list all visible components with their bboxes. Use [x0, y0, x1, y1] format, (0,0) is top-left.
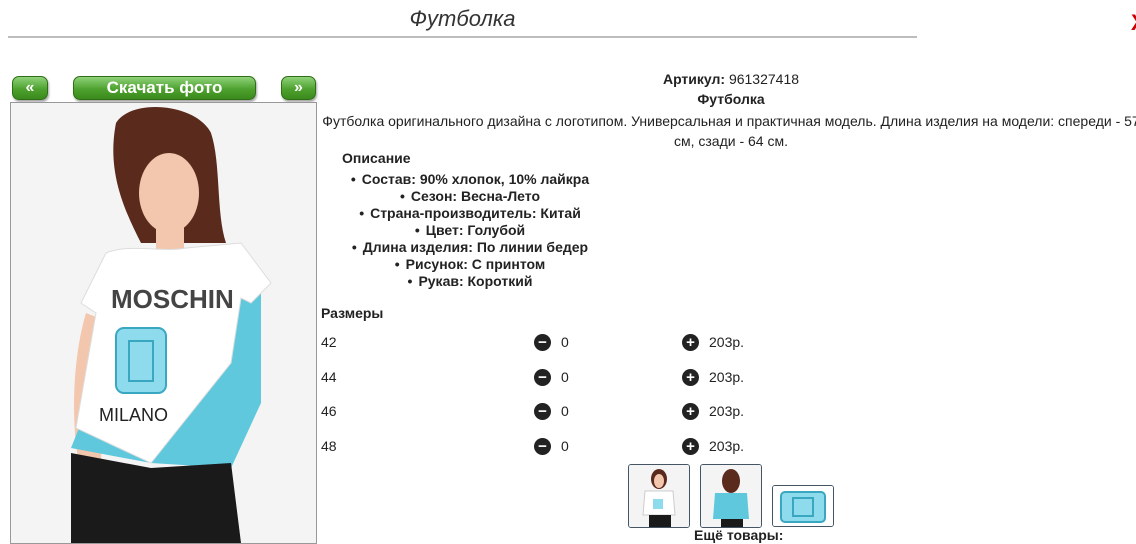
quantity-value: 0	[561, 369, 569, 385]
more-products-heading: Ещё товары:	[694, 527, 784, 543]
page-title: Футболка	[8, 6, 917, 38]
minus-icon[interactable]: −	[534, 403, 551, 420]
attributes-list: Состав: 90% хлопок, 10% лайкра Сезон: Ве…	[330, 171, 610, 290]
quantity-value: 0	[561, 438, 569, 454]
product-name: Футболка	[697, 91, 765, 107]
description-heading: Описание	[342, 150, 411, 166]
product-description: Футболка оригинального дизайна с логотип…	[322, 113, 1136, 149]
minus-icon[interactable]: −	[534, 334, 551, 351]
thumbnail-print[interactable]	[772, 485, 834, 527]
attribute-item: Цвет: Голубой	[330, 222, 610, 239]
thumbnail-front-image	[629, 465, 689, 527]
size-row: 42 − 0 + 203р.	[321, 333, 881, 353]
price-value: 203р.	[709, 403, 745, 419]
attribute-item: Рукав: Короткий	[330, 273, 610, 290]
next-photo-button[interactable]: »	[281, 76, 316, 100]
size-label: 46	[321, 403, 337, 419]
attribute-item: Состав: 90% хлопок, 10% лайкра	[330, 171, 610, 188]
product-photo[interactable]: MOSCHIN MILANO	[10, 102, 317, 544]
thumbnail-front[interactable]	[628, 464, 690, 528]
price-value: 203р.	[709, 438, 745, 454]
article-line: Артикул: 961327418	[316, 71, 1136, 87]
size-label: 42	[321, 334, 337, 350]
plus-icon[interactable]: +	[682, 403, 699, 420]
attribute-item: Рисунок: С принтом	[330, 256, 610, 273]
size-row: 44 − 0 + 203р.	[321, 368, 881, 388]
sizes-heading: Размеры	[321, 305, 384, 321]
thumbnail-back[interactable]	[700, 464, 762, 528]
size-row: 48 − 0 + 203р.	[321, 437, 881, 457]
close-icon[interactable]: X	[1131, 12, 1136, 34]
product-photo-illustration: MOSCHIN MILANO	[11, 103, 316, 543]
size-row: 46 − 0 + 203р.	[321, 402, 881, 422]
price-value: 203р.	[709, 334, 745, 350]
article-label: Артикул:	[662, 71, 726, 87]
minus-icon[interactable]: −	[534, 438, 551, 455]
quantity-value: 0	[561, 334, 569, 350]
prev-photo-button[interactable]: «	[12, 76, 48, 100]
svg-text:MOSCHIN: MOSCHIN	[111, 284, 234, 314]
plus-icon[interactable]: +	[682, 369, 699, 386]
attribute-item: Сезон: Весна-Лето	[330, 188, 610, 205]
price-value: 203р.	[709, 369, 745, 385]
download-photo-button[interactable]: Скачать фото	[73, 76, 256, 100]
size-label: 48	[321, 438, 337, 454]
plus-icon[interactable]: +	[682, 438, 699, 455]
svg-text:MILANO: MILANO	[99, 405, 168, 425]
quantity-value: 0	[561, 403, 569, 419]
minus-icon[interactable]: −	[534, 369, 551, 386]
plus-icon[interactable]: +	[682, 334, 699, 351]
thumbnail-print-image	[773, 486, 833, 526]
size-label: 44	[321, 369, 337, 385]
thumbnail-back-image	[701, 465, 761, 527]
attribute-item: Длина изделия: По линии бедер	[330, 239, 610, 256]
attribute-item: Страна-производитель: Китай	[330, 205, 610, 222]
article-value: 961327418	[728, 71, 800, 87]
